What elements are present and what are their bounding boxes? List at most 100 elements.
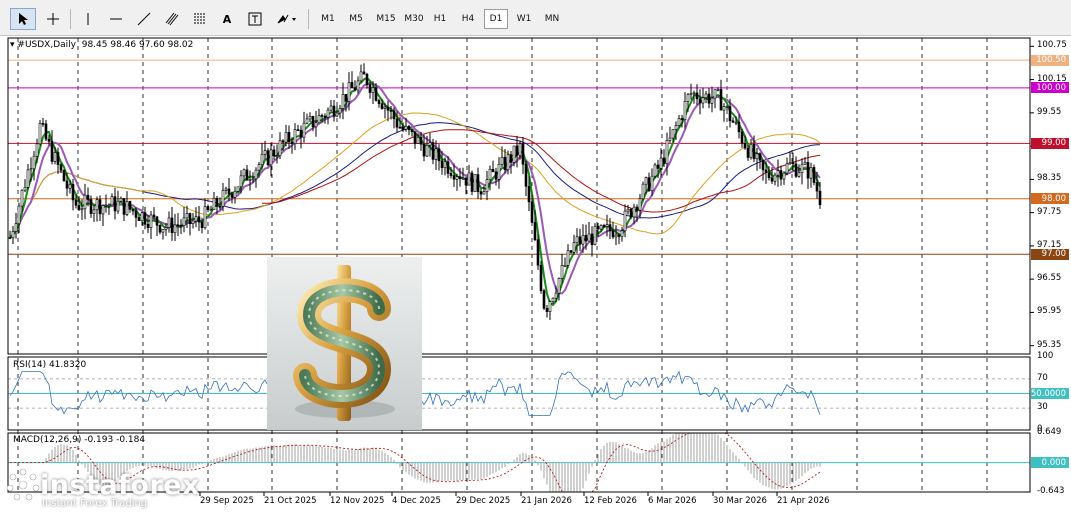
trendline-tool-icon[interactable] [132, 8, 156, 30]
candle-body [245, 169, 249, 181]
timeframe-m1-button[interactable]: M1 [316, 9, 340, 29]
candle-body [497, 163, 501, 180]
candle-body [122, 198, 126, 215]
text-tool-icon[interactable]: A [216, 8, 238, 30]
timeframe-h4-button[interactable]: H4 [456, 9, 480, 29]
candle-body [506, 154, 510, 171]
candle-body [518, 143, 522, 156]
candle-body [674, 125, 678, 130]
timeframe-w1-button[interactable]: W1 [512, 9, 536, 29]
channel-tool-icon[interactable] [160, 8, 184, 30]
timeframe-h1-button[interactable]: H1 [428, 9, 452, 29]
candle-body [53, 152, 57, 162]
candle-body [479, 191, 483, 195]
price-tick-label: 97.75 [1037, 206, 1062, 217]
candle-body [392, 110, 396, 120]
candle-body [782, 172, 786, 180]
price-chart[interactable] [0, 36, 1071, 515]
candle-body [158, 224, 162, 233]
date-tick-label: 12 Feb 2026 [584, 496, 637, 506]
fibonacci-tool-icon[interactable] [188, 8, 212, 30]
vertical-line-tool-icon[interactable] [76, 8, 100, 30]
candle-body [485, 179, 489, 193]
candle-body [560, 265, 564, 279]
candle-body [215, 197, 219, 207]
candle-body [428, 142, 432, 146]
candle-body [629, 208, 633, 218]
candle-body [59, 164, 63, 171]
candle-body [341, 94, 345, 109]
candle-body [464, 177, 468, 186]
candle-body [266, 150, 270, 166]
level-tag-98.00: 98.00 [1031, 193, 1069, 205]
collapse-triangle-icon[interactable]: ▾ [10, 40, 15, 50]
timeframe-m30-button[interactable]: M30 [400, 9, 428, 29]
candle-body [569, 250, 573, 253]
candle-body [398, 126, 402, 129]
text-label-tool-icon[interactable] [244, 8, 266, 30]
candle-body [389, 110, 393, 112]
candle-body [740, 131, 744, 144]
candle-body [137, 217, 141, 222]
candle-body [587, 233, 591, 242]
candle-body [80, 208, 84, 211]
candle-body [71, 184, 75, 201]
candle-body [320, 115, 324, 117]
date-tick-label: 12 Nov 2025 [330, 496, 385, 506]
candle-body [26, 169, 30, 188]
candle-body [620, 230, 624, 237]
candle-body [746, 147, 750, 158]
crosshair-tool-icon[interactable] [40, 8, 66, 30]
candle-body [578, 236, 582, 245]
candle-body [437, 148, 441, 162]
candle-body [407, 125, 411, 131]
candle-body [131, 209, 135, 212]
candle-body [794, 163, 798, 177]
candle-body [230, 193, 234, 198]
candle-body [440, 160, 444, 169]
candle-body [503, 156, 507, 171]
candle-body [419, 137, 423, 145]
cursor-tool-icon[interactable] [10, 8, 36, 30]
candle-body [602, 225, 606, 227]
candle-body [182, 217, 186, 226]
candle-body [188, 213, 192, 224]
candle-body [20, 189, 24, 207]
candle-body [14, 223, 18, 232]
timeframe-m5-button[interactable]: M5 [344, 9, 368, 29]
candle-body [8, 237, 12, 239]
candle-body [758, 153, 762, 161]
candle-body [809, 167, 813, 179]
candle-body [365, 73, 369, 85]
candle-body [713, 89, 717, 99]
candle-body [113, 196, 117, 212]
date-tick-label: 6 Mar 2026 [648, 496, 697, 506]
candle-body [56, 152, 60, 165]
candle-body [470, 172, 474, 192]
timeframe-mn-button[interactable]: MN [540, 9, 564, 29]
candle-body [512, 145, 516, 163]
candle-body [299, 129, 303, 138]
rsi-tick-label: 100 [1037, 351, 1054, 361]
candle-body [308, 116, 312, 120]
price-tick-label: 95.95 [1037, 306, 1062, 317]
date-tick-label: 21 Apr 2026 [777, 496, 830, 506]
horizontal-line-tool-icon[interactable] [104, 8, 128, 30]
timeframe-d1-button[interactable]: D1 [484, 9, 508, 29]
candle-body [98, 199, 102, 215]
arrows-dropdown-icon[interactable] [272, 8, 302, 30]
candle-body [563, 264, 567, 267]
candle-body [128, 201, 132, 210]
timeframe-m15-button[interactable]: M15 [372, 9, 400, 29]
candle-body [590, 233, 594, 245]
candle-body [380, 103, 384, 109]
instaforex-logo: instaforex Instant Forex Trading [6, 468, 200, 509]
candle-body [203, 206, 207, 228]
candle-body [752, 144, 756, 160]
candle-body [329, 105, 333, 111]
candle-body [293, 129, 297, 145]
date-tick-label: 21 Jan 2026 [521, 496, 572, 506]
candle-body [737, 121, 741, 133]
symbol-label: #USDX,Daily [17, 40, 76, 50]
candle-body [110, 196, 114, 206]
